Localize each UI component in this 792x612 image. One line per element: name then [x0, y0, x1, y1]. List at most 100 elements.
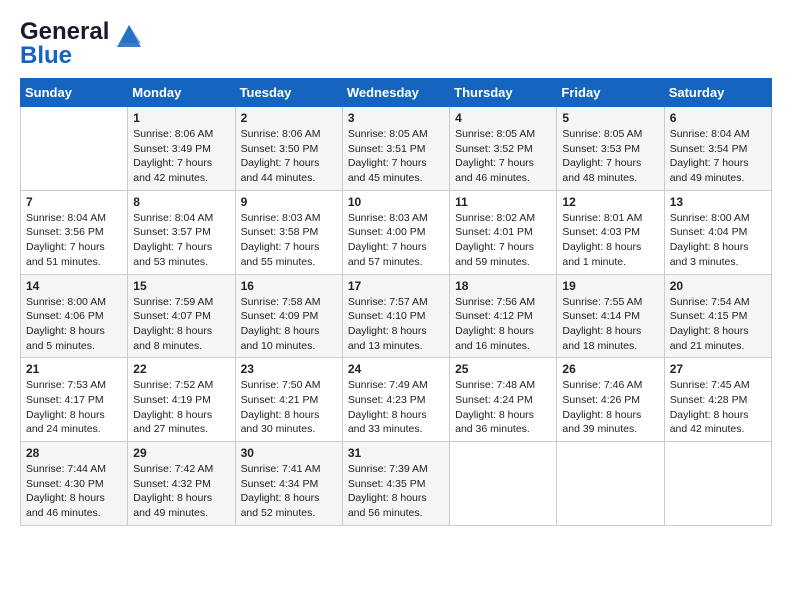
day-number: 17	[348, 279, 444, 293]
calendar-cell: 2 Sunrise: 8:06 AM Sunset: 3:50 PM Dayli…	[235, 107, 342, 191]
sunrise-text: Sunrise: 8:04 AM	[670, 127, 766, 142]
sunrise-text: Sunrise: 8:05 AM	[562, 127, 658, 142]
sunrise-text: Sunrise: 7:46 AM	[562, 378, 658, 393]
cell-content: Sunrise: 7:57 AM Sunset: 4:10 PM Dayligh…	[348, 295, 444, 354]
sunset-text: Sunset: 4:04 PM	[670, 225, 766, 240]
cell-content: Sunrise: 7:58 AM Sunset: 4:09 PM Dayligh…	[241, 295, 337, 354]
daylight-text: Daylight: 8 hours and 5 minutes.	[26, 324, 122, 353]
cell-content: Sunrise: 7:54 AM Sunset: 4:15 PM Dayligh…	[670, 295, 766, 354]
calendar-cell: 11 Sunrise: 8:02 AM Sunset: 4:01 PM Dayl…	[450, 190, 557, 274]
daylight-text: Daylight: 8 hours and 42 minutes.	[670, 408, 766, 437]
daylight-text: Daylight: 8 hours and 56 minutes.	[348, 491, 444, 520]
daylight-text: Daylight: 7 hours and 59 minutes.	[455, 240, 551, 269]
calendar-cell: 8 Sunrise: 8:04 AM Sunset: 3:57 PM Dayli…	[128, 190, 235, 274]
sunset-text: Sunset: 4:14 PM	[562, 309, 658, 324]
calendar-cell: 18 Sunrise: 7:56 AM Sunset: 4:12 PM Dayl…	[450, 274, 557, 358]
sunset-text: Sunset: 4:17 PM	[26, 393, 122, 408]
sunset-text: Sunset: 4:30 PM	[26, 477, 122, 492]
sunrise-text: Sunrise: 7:39 AM	[348, 462, 444, 477]
daylight-text: Daylight: 8 hours and 10 minutes.	[241, 324, 337, 353]
cell-content: Sunrise: 7:53 AM Sunset: 4:17 PM Dayligh…	[26, 378, 122, 437]
daylight-text: Daylight: 7 hours and 48 minutes.	[562, 156, 658, 185]
sunset-text: Sunset: 4:09 PM	[241, 309, 337, 324]
cell-content: Sunrise: 7:48 AM Sunset: 4:24 PM Dayligh…	[455, 378, 551, 437]
sunrise-text: Sunrise: 7:59 AM	[133, 295, 229, 310]
day-number: 24	[348, 362, 444, 376]
cell-content: Sunrise: 7:45 AM Sunset: 4:28 PM Dayligh…	[670, 378, 766, 437]
calendar-cell: 24 Sunrise: 7:49 AM Sunset: 4:23 PM Dayl…	[342, 358, 449, 442]
sunrise-text: Sunrise: 7:42 AM	[133, 462, 229, 477]
day-number: 27	[670, 362, 766, 376]
calendar-cell: 27 Sunrise: 7:45 AM Sunset: 4:28 PM Dayl…	[664, 358, 771, 442]
daylight-text: Daylight: 7 hours and 46 minutes.	[455, 156, 551, 185]
calendar-cell: 17 Sunrise: 7:57 AM Sunset: 4:10 PM Dayl…	[342, 274, 449, 358]
sunrise-text: Sunrise: 8:03 AM	[348, 211, 444, 226]
daylight-text: Daylight: 7 hours and 53 minutes.	[133, 240, 229, 269]
cell-content: Sunrise: 7:49 AM Sunset: 4:23 PM Dayligh…	[348, 378, 444, 437]
calendar-cell: 16 Sunrise: 7:58 AM Sunset: 4:09 PM Dayl…	[235, 274, 342, 358]
sunset-text: Sunset: 3:58 PM	[241, 225, 337, 240]
sunset-text: Sunset: 4:32 PM	[133, 477, 229, 492]
calendar-cell: 13 Sunrise: 8:00 AM Sunset: 4:04 PM Dayl…	[664, 190, 771, 274]
calendar-cell: 10 Sunrise: 8:03 AM Sunset: 4:00 PM Dayl…	[342, 190, 449, 274]
day-number: 8	[133, 195, 229, 209]
day-number: 5	[562, 111, 658, 125]
daylight-text: Daylight: 8 hours and 1 minute.	[562, 240, 658, 269]
calendar-week-row: 21 Sunrise: 7:53 AM Sunset: 4:17 PM Dayl…	[21, 358, 772, 442]
day-number: 25	[455, 362, 551, 376]
sunrise-text: Sunrise: 8:01 AM	[562, 211, 658, 226]
daylight-text: Daylight: 8 hours and 21 minutes.	[670, 324, 766, 353]
sunset-text: Sunset: 3:56 PM	[26, 225, 122, 240]
sunrise-text: Sunrise: 8:04 AM	[26, 211, 122, 226]
sunrise-text: Sunrise: 8:04 AM	[133, 211, 229, 226]
cell-content: Sunrise: 8:04 AM Sunset: 3:54 PM Dayligh…	[670, 127, 766, 186]
daylight-text: Daylight: 7 hours and 45 minutes.	[348, 156, 444, 185]
sunset-text: Sunset: 4:10 PM	[348, 309, 444, 324]
daylight-text: Daylight: 8 hours and 39 minutes.	[562, 408, 658, 437]
cell-content: Sunrise: 8:06 AM Sunset: 3:50 PM Dayligh…	[241, 127, 337, 186]
day-number: 28	[26, 446, 122, 460]
sunset-text: Sunset: 4:00 PM	[348, 225, 444, 240]
calendar-cell: 19 Sunrise: 7:55 AM Sunset: 4:14 PM Dayl…	[557, 274, 664, 358]
header-sunday: Sunday	[21, 79, 128, 107]
day-number: 19	[562, 279, 658, 293]
calendar-cell: 14 Sunrise: 8:00 AM Sunset: 4:06 PM Dayl…	[21, 274, 128, 358]
day-number: 22	[133, 362, 229, 376]
day-number: 3	[348, 111, 444, 125]
day-number: 1	[133, 111, 229, 125]
calendar-week-row: 28 Sunrise: 7:44 AM Sunset: 4:30 PM Dayl…	[21, 442, 772, 526]
sunrise-text: Sunrise: 8:03 AM	[241, 211, 337, 226]
sunrise-text: Sunrise: 8:05 AM	[455, 127, 551, 142]
day-number: 18	[455, 279, 551, 293]
calendar-cell: 25 Sunrise: 7:48 AM Sunset: 4:24 PM Dayl…	[450, 358, 557, 442]
cell-content: Sunrise: 7:46 AM Sunset: 4:26 PM Dayligh…	[562, 378, 658, 437]
cell-content: Sunrise: 8:00 AM Sunset: 4:04 PM Dayligh…	[670, 211, 766, 270]
cell-content: Sunrise: 8:06 AM Sunset: 3:49 PM Dayligh…	[133, 127, 229, 186]
calendar-cell: 21 Sunrise: 7:53 AM Sunset: 4:17 PM Dayl…	[21, 358, 128, 442]
header-tuesday: Tuesday	[235, 79, 342, 107]
day-number: 23	[241, 362, 337, 376]
calendar-cell: 20 Sunrise: 7:54 AM Sunset: 4:15 PM Dayl…	[664, 274, 771, 358]
cell-content: Sunrise: 8:00 AM Sunset: 4:06 PM Dayligh…	[26, 295, 122, 354]
daylight-text: Daylight: 8 hours and 27 minutes.	[133, 408, 229, 437]
calendar-cell	[557, 442, 664, 526]
daylight-text: Daylight: 8 hours and 46 minutes.	[26, 491, 122, 520]
cell-content: Sunrise: 8:03 AM Sunset: 3:58 PM Dayligh…	[241, 211, 337, 270]
calendar-cell: 1 Sunrise: 8:06 AM Sunset: 3:49 PM Dayli…	[128, 107, 235, 191]
sunrise-text: Sunrise: 7:52 AM	[133, 378, 229, 393]
calendar-cell: 5 Sunrise: 8:05 AM Sunset: 3:53 PM Dayli…	[557, 107, 664, 191]
calendar-cell: 7 Sunrise: 8:04 AM Sunset: 3:56 PM Dayli…	[21, 190, 128, 274]
day-number: 6	[670, 111, 766, 125]
calendar-cell: 3 Sunrise: 8:05 AM Sunset: 3:51 PM Dayli…	[342, 107, 449, 191]
daylight-text: Daylight: 7 hours and 51 minutes.	[26, 240, 122, 269]
calendar-cell: 9 Sunrise: 8:03 AM Sunset: 3:58 PM Dayli…	[235, 190, 342, 274]
cell-content: Sunrise: 7:41 AM Sunset: 4:34 PM Dayligh…	[241, 462, 337, 521]
cell-content: Sunrise: 8:04 AM Sunset: 3:57 PM Dayligh…	[133, 211, 229, 270]
calendar-cell: 30 Sunrise: 7:41 AM Sunset: 4:34 PM Dayl…	[235, 442, 342, 526]
daylight-text: Daylight: 8 hours and 13 minutes.	[348, 324, 444, 353]
sunrise-text: Sunrise: 7:49 AM	[348, 378, 444, 393]
day-number: 7	[26, 195, 122, 209]
day-number: 26	[562, 362, 658, 376]
daylight-text: Daylight: 7 hours and 49 minutes.	[670, 156, 766, 185]
calendar-cell: 4 Sunrise: 8:05 AM Sunset: 3:52 PM Dayli…	[450, 107, 557, 191]
